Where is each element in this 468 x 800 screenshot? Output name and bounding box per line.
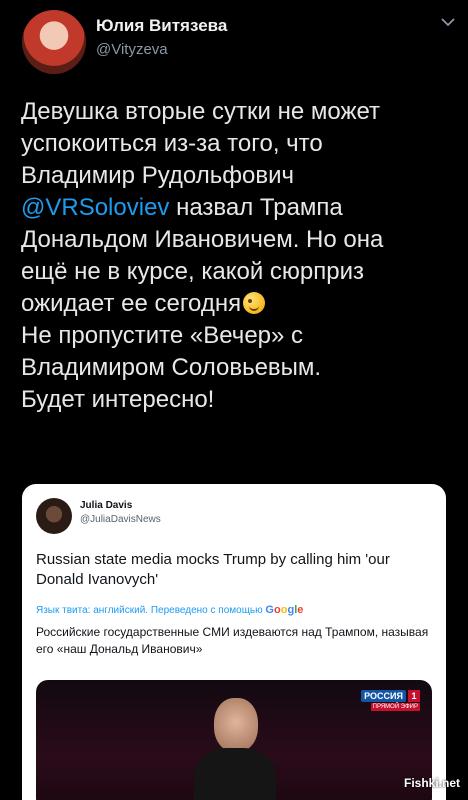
- channel-logo: РОССИЯ 1 ПРЯМОЙ ЭФИР: [361, 690, 420, 714]
- quoted-tweet[interactable]: Julia Davis @JuliaDavisNews Russian stat…: [22, 484, 446, 800]
- quoted-avatar[interactable]: [36, 498, 72, 534]
- author-name[interactable]: Юлия Витязева: [96, 16, 227, 36]
- google-logo: Google: [265, 604, 304, 616]
- watermark: Fishki.net: [403, 776, 460, 790]
- tweet-header: Юлия Витязева @Vityzeva: [20, 10, 460, 74]
- channel-number: 1: [408, 690, 420, 702]
- avatar[interactable]: [22, 10, 86, 74]
- mention-link[interactable]: @VRSoloviev: [21, 194, 169, 221]
- chevron-down-icon[interactable]: [438, 14, 458, 30]
- channel-name: РОССИЯ: [361, 690, 406, 702]
- live-label: ПРЯМОЙ ЭФИР: [370, 703, 420, 711]
- winking-face-icon: [243, 292, 266, 314]
- translation-notice[interactable]: Язык твита: английский. Переведено с пом…: [36, 604, 303, 616]
- video-thumbnail[interactable]: РОССИЯ 1 ПРЯМОЙ ЭФИР: [36, 680, 432, 800]
- presenter-image: [194, 698, 276, 800]
- quoted-author-handle[interactable]: @JuliaDavisNews: [80, 514, 161, 525]
- quoted-text: Russian state media mocks Trump by calli…: [36, 551, 390, 588]
- quoted-author-name[interactable]: Julia Davis: [80, 500, 132, 511]
- translation-label: Язык твита: английский. Переведено с пом…: [36, 605, 266, 616]
- translated-text: Российские государственные СМИ издеваютс…: [36, 625, 429, 656]
- author-handle[interactable]: @Vityzeva: [96, 41, 168, 58]
- tweet-text-part: Девушка вторые сутки не может успокоитьс…: [21, 98, 381, 189]
- tweet-text: Девушка вторые сутки не может успокоитьс…: [21, 96, 451, 416]
- tweet-text-part: Не пропустите «Вечер» с Владимиром Солов…: [21, 322, 322, 413]
